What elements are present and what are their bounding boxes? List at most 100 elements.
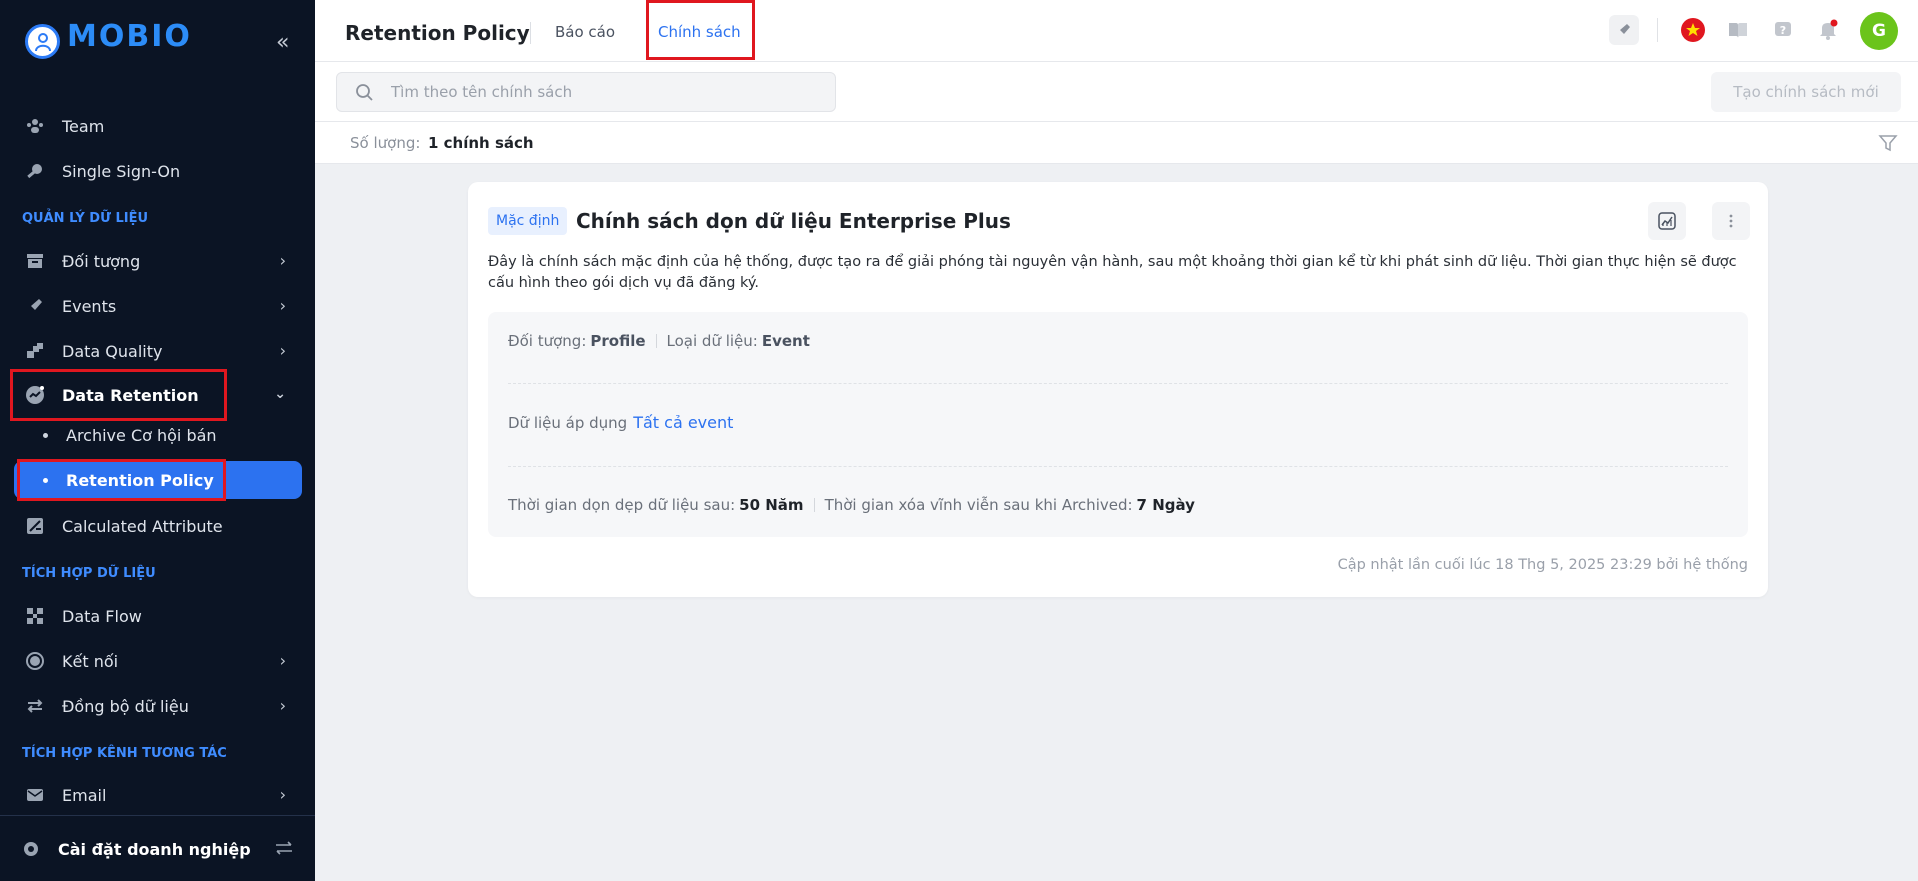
applied-value-link[interactable]: Tất cả event: [633, 413, 733, 432]
sidebar-item-sso[interactable]: Single Sign-On: [14, 151, 302, 191]
highlight-box: [10, 369, 227, 421]
sidebar-item-data-flow[interactable]: Data Flow: [14, 596, 302, 636]
filter-icon[interactable]: [1878, 133, 1898, 157]
sync-icon: [24, 695, 46, 717]
section-label-channel: TÍCH HỢP KÊNH TƯƠNG TÁC: [22, 746, 227, 761]
avatar[interactable]: G: [1860, 12, 1898, 50]
type-label: Loại dữ liệu:: [666, 332, 758, 350]
default-badge: Mặc định: [488, 207, 568, 235]
sidebar-item-label: Data Quality: [62, 341, 163, 361]
sidebar-item-label: Archive Cơ hội bán: [66, 425, 217, 445]
blocks-icon: [24, 340, 46, 362]
section-label-integration: TÍCH HỢP DỮ LIỆU: [22, 566, 156, 581]
more-options-button[interactable]: [1712, 202, 1750, 240]
flow-icon: [24, 605, 46, 627]
archive-box-icon: [24, 250, 46, 272]
sidebar-item-label: Single Sign-On: [62, 161, 181, 181]
cleanup-value: 50 Năm: [739, 496, 804, 514]
logo-row: MOBIO «: [0, 0, 315, 82]
policy-info-box: Đối tượng: Profile Loại dữ liệu: Event D…: [488, 312, 1748, 537]
report-chart-button[interactable]: [1648, 202, 1686, 240]
policy-title[interactable]: Chính sách dọn dữ liệu Enterprise Plus: [576, 209, 1011, 233]
bullet-icon: [43, 432, 48, 438]
svg-text:?: ?: [1780, 24, 1786, 37]
mobio-logo-icon: [25, 24, 60, 59]
chevron-right-icon: ›: [279, 296, 286, 315]
section-label-data: QUẢN LÝ DỮ LIỆU: [22, 211, 149, 226]
sidebar-item-ket-noi[interactable]: Kết nối ›: [14, 641, 302, 681]
create-policy-button[interactable]: Tạo chính sách mới: [1711, 72, 1901, 112]
tab-bao-cao[interactable]: Báo cáo: [555, 23, 615, 41]
time-info-line: Thời gian dọn dẹp dữ liệu sau: 50 Năm Th…: [508, 496, 1195, 514]
policy-card[interactable]: Mặc định Chính sách dọn dữ liệu Enterpri…: [468, 182, 1768, 597]
sidebar-item-label: Events: [62, 296, 117, 316]
highlight-box: [646, 0, 755, 60]
count-value: 1 chính sách: [428, 134, 534, 152]
type-value: Event: [761, 332, 810, 350]
object-value: Profile: [590, 332, 646, 350]
sidebar-item-email[interactable]: Email ›: [14, 775, 302, 815]
logo-text: MOBIO: [67, 19, 192, 54]
sidebar-item-label: Đối tượng: [62, 251, 141, 271]
flag-vn-icon[interactable]: [1678, 15, 1708, 45]
chevron-right-icon: ›: [279, 341, 286, 360]
last-updated-text: Cập nhật lần cuối lúc 18 Thg 5, 2025 23:…: [1337, 557, 1748, 573]
chart-icon: [1658, 212, 1676, 230]
help-icon[interactable]: ?: [1768, 15, 1798, 45]
object-label: Đối tượng:: [508, 332, 587, 350]
chevron-right-icon: ›: [279, 251, 286, 270]
rocket-icon: [24, 295, 46, 317]
double-chevron-left-icon[interactable]: «: [276, 30, 289, 55]
calc-icon: [24, 515, 46, 537]
sidebar-item-events[interactable]: Events ›: [14, 286, 302, 326]
divider: [508, 383, 1728, 384]
search-input[interactable]: [391, 73, 821, 111]
header: Retention Policy Báo cáo Chính sách ? G: [315, 0, 1918, 62]
switch-arrows-icon[interactable]: [273, 838, 295, 862]
chevron-down-icon: ⌄: [274, 386, 286, 402]
chevron-right-icon: ›: [279, 785, 286, 804]
count-label: Số lượng:: [350, 134, 421, 152]
page-title: Retention Policy: [345, 21, 530, 45]
divider: [508, 466, 1728, 467]
bell-icon[interactable]: [1813, 15, 1843, 45]
countbar: Số lượng: 1 chính sách: [315, 122, 1918, 164]
sidebar-item-label: Email: [62, 785, 107, 805]
sidebar-item-label: Data Flow: [62, 606, 142, 626]
gear-icon: [20, 838, 42, 860]
sidebar-bottom-label: Cài đặt doanh nghiệp: [58, 839, 251, 859]
sidebar-item-dong-bo[interactable]: Đồng bộ dữ liệu ›: [14, 686, 302, 726]
enterprise-settings-button[interactable]: Cài đặt doanh nghiệp: [10, 829, 305, 869]
policy-description: Đây là chính sách mặc định của hệ thống,…: [488, 254, 1737, 291]
toolbar: Tạo chính sách mới: [315, 62, 1918, 122]
book-icon[interactable]: [1723, 15, 1753, 45]
divider: [1657, 18, 1658, 42]
sidebar-item-doi-tuong[interactable]: Đối tượng ›: [14, 241, 302, 281]
applied-label: Dữ liệu áp dụng: [508, 413, 628, 432]
sidebar-item-label: Calculated Attribute: [62, 516, 223, 536]
sidebar-item-calculated-attribute[interactable]: Calculated Attribute: [14, 506, 302, 546]
chevron-right-icon: ›: [279, 651, 286, 670]
rocket-icon[interactable]: [1609, 15, 1639, 45]
search-icon: [356, 84, 373, 101]
search-box: [336, 72, 836, 112]
team-icon: [24, 115, 46, 137]
sidebar-subitem-archive[interactable]: Archive Cơ hội bán: [14, 416, 302, 454]
sidebar-item-label: Kết nối: [62, 651, 119, 671]
key-icon: [24, 160, 46, 182]
sidebar: MOBIO « Team Single Sign-On QUẢN LÝ DỮ L…: [0, 0, 315, 881]
delete-value: 7 Ngày: [1136, 496, 1195, 514]
delete-label: Thời gian xóa vĩnh viễn sau khi Archived…: [824, 496, 1133, 514]
object-info-line: Đối tượng: Profile Loại dữ liệu: Event: [508, 332, 810, 350]
more-vertical-icon: [1729, 214, 1733, 228]
email-icon: [24, 784, 46, 806]
sidebar-bottom: Cài đặt doanh nghiệp: [0, 815, 315, 881]
applied-info-line: Dữ liệu áp dụng Tất cả event: [508, 413, 733, 432]
sidebar-item-team[interactable]: Team: [14, 106, 302, 146]
divider: [655, 334, 657, 348]
highlight-box: [17, 459, 226, 501]
sidebar-item-label: Team: [62, 116, 105, 136]
chevron-right-icon: ›: [279, 696, 286, 715]
sidebar-item-data-quality[interactable]: Data Quality ›: [14, 331, 302, 371]
cleanup-label: Thời gian dọn dẹp dữ liệu sau:: [508, 496, 736, 514]
